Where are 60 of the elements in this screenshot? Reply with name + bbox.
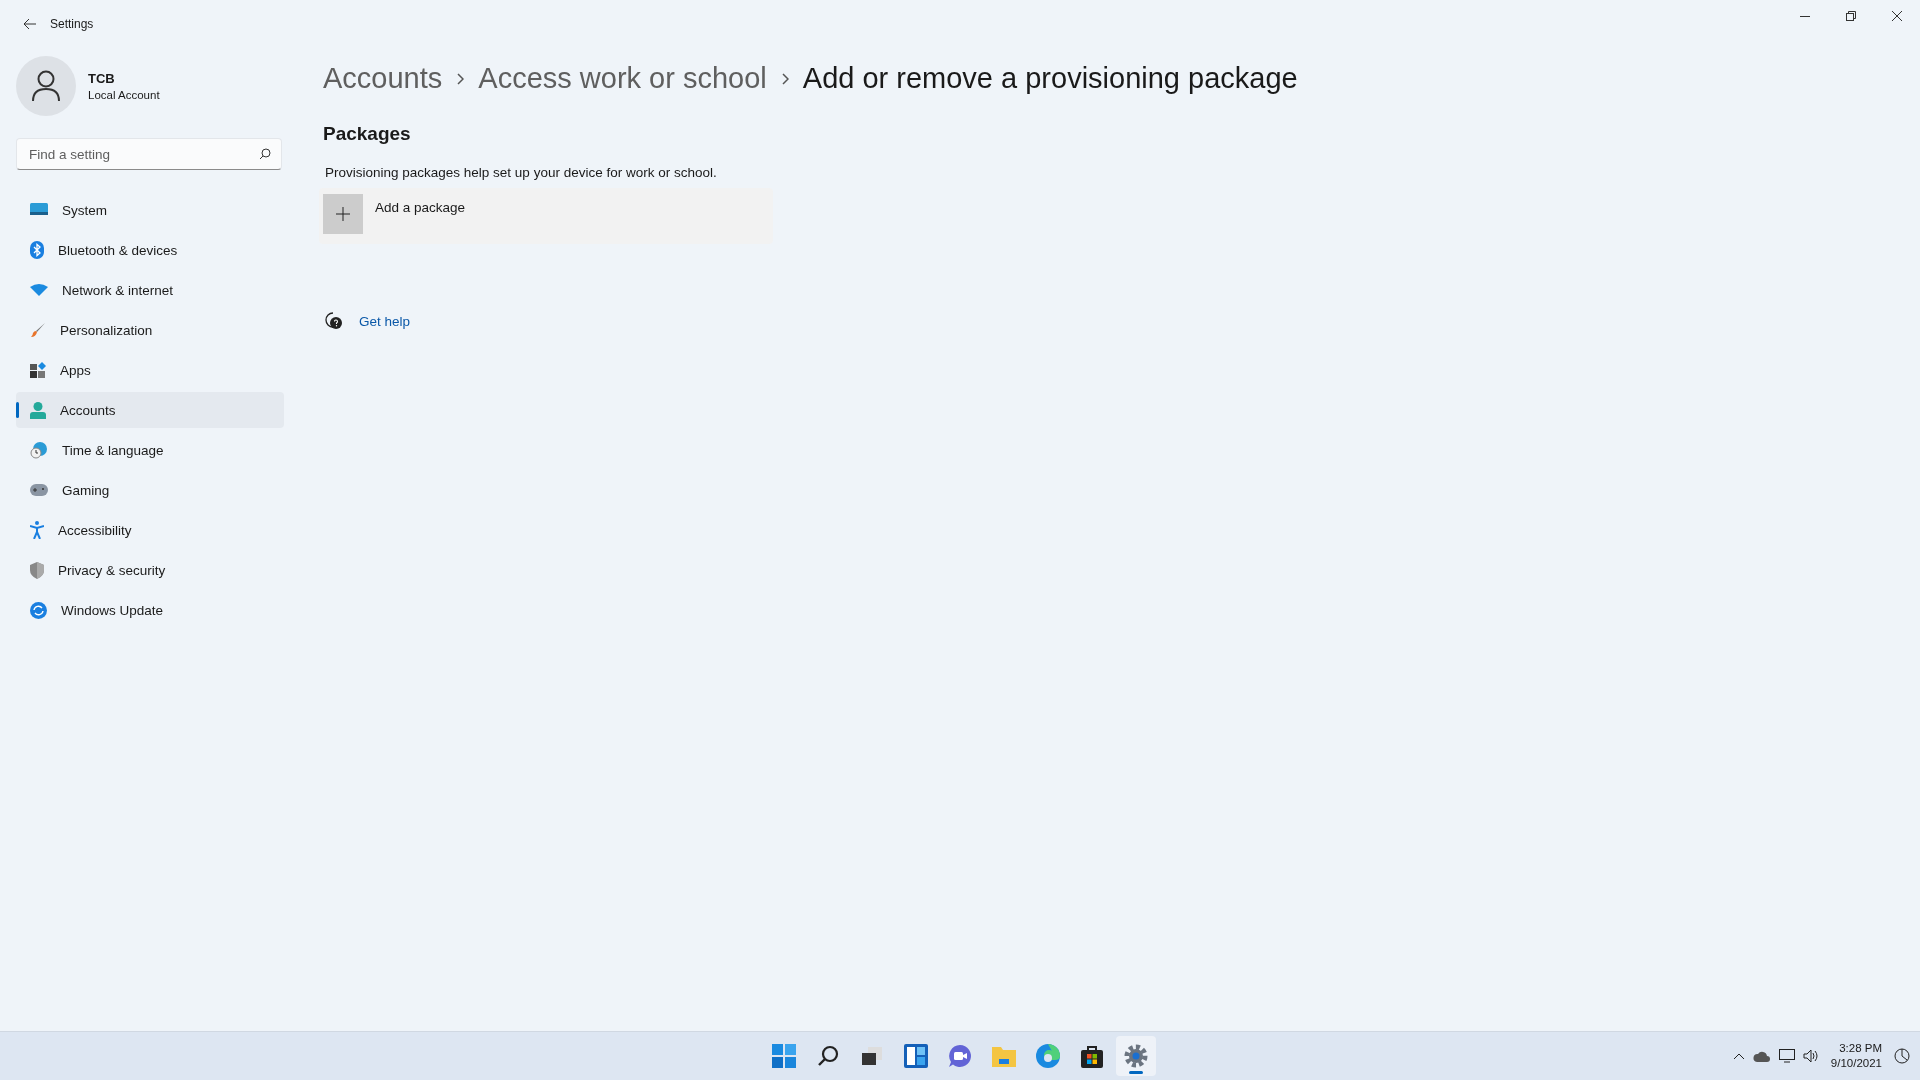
widgets-icon bbox=[904, 1044, 928, 1068]
plus-icon bbox=[336, 207, 350, 221]
person-icon bbox=[30, 401, 46, 419]
breadcrumb-item[interactable]: Access work or school bbox=[478, 62, 767, 95]
breadcrumb-item[interactable]: Accounts bbox=[323, 62, 443, 95]
folder-icon bbox=[992, 1045, 1016, 1067]
monitor-icon[interactable] bbox=[1778, 1049, 1795, 1063]
wifi-icon bbox=[30, 284, 48, 296]
browser-icon bbox=[1036, 1044, 1060, 1068]
cloud-icon[interactable] bbox=[1752, 1050, 1771, 1062]
brush-icon bbox=[30, 322, 46, 338]
monitor-icon bbox=[30, 203, 48, 217]
chevron-up-icon[interactable] bbox=[1732, 1052, 1745, 1060]
notification-icon[interactable] bbox=[1894, 1048, 1910, 1064]
search-box[interactable]: Find a setting bbox=[16, 138, 282, 170]
task-view-icon bbox=[861, 1045, 883, 1067]
breadcrumb-item: Add or remove a provisioning package bbox=[802, 62, 1298, 95]
settings-icon bbox=[1124, 1044, 1148, 1068]
section-description: Provisioning packages help set up your device for work or school. bbox=[325, 165, 718, 180]
help-link[interactable]: Get help bbox=[359, 313, 411, 329]
apps-icon bbox=[30, 362, 46, 378]
gamepad-icon bbox=[30, 484, 48, 496]
windows-icon bbox=[772, 1044, 796, 1068]
window-title: Settings bbox=[50, 17, 94, 31]
sidebar-item[interactable]: Accessibility bbox=[16, 512, 284, 548]
sidebar-item[interactable]: System bbox=[16, 192, 284, 228]
close-icon bbox=[1892, 11, 1902, 21]
search-field[interactable]: Find a setting bbox=[27, 145, 259, 163]
bluetooth-icon bbox=[30, 241, 44, 259]
minimize-icon bbox=[1800, 15, 1810, 17]
sidebar-item[interactable]: Windows Update bbox=[16, 592, 284, 628]
globe-clock-icon bbox=[30, 441, 48, 459]
back-arrow-icon bbox=[23, 18, 37, 30]
sidebar-item[interactable]: Personalization bbox=[16, 312, 284, 348]
search-icon bbox=[817, 1045, 839, 1067]
user-name: TCB bbox=[88, 71, 116, 86]
clock[interactable]: 3:28 PM 9/10/2021 bbox=[1830, 1041, 1882, 1071]
chat-icon bbox=[948, 1044, 972, 1068]
account-type: Local Account bbox=[88, 89, 160, 101]
store-bag-icon bbox=[1081, 1044, 1103, 1068]
sidebar-item[interactable]: Privacy & security bbox=[16, 552, 284, 588]
sidebar-item[interactable]: Apps bbox=[16, 352, 284, 388]
search-icon bbox=[259, 148, 271, 160]
chevron-icon bbox=[780, 72, 789, 85]
section-heading: Packages bbox=[323, 123, 412, 145]
sync-icon bbox=[30, 601, 47, 619]
sidebar-item[interactable]: Accounts bbox=[16, 392, 284, 428]
help-icon bbox=[325, 312, 343, 330]
add-button[interactable] bbox=[323, 194, 363, 234]
sidebar-item[interactable]: Bluetooth & devices bbox=[16, 232, 284, 268]
shield-icon bbox=[30, 561, 44, 579]
add-package-card[interactable]: Add a package bbox=[319, 188, 773, 244]
restore-icon bbox=[1846, 11, 1856, 21]
chevron-icon bbox=[456, 72, 465, 85]
volume-icon[interactable] bbox=[1802, 1049, 1819, 1063]
sidebar-item[interactable]: Time & language bbox=[16, 432, 284, 468]
add-package-label: Add a package bbox=[375, 200, 466, 215]
sidebar-item[interactable]: Network & internet bbox=[16, 272, 284, 308]
sidebar-item[interactable]: Gaming bbox=[16, 472, 284, 508]
accessibility-icon bbox=[30, 521, 44, 539]
